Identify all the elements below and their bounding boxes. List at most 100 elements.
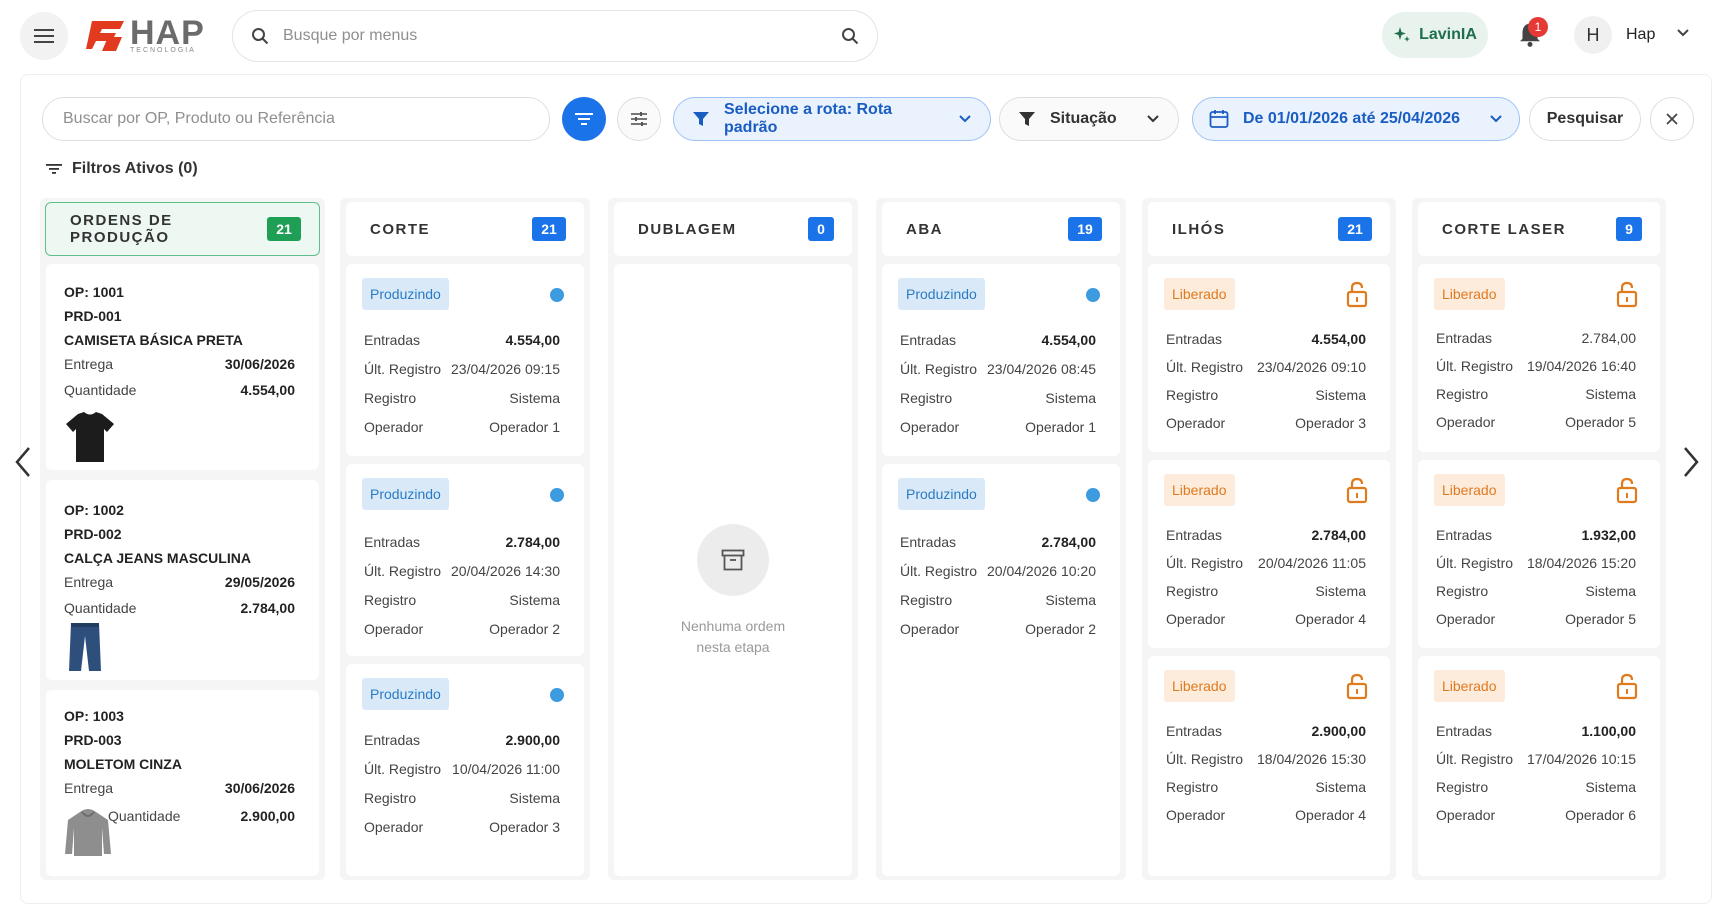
stage-card[interactable]: Produzindo Entradas 4.554,00 Últ. Registr… (882, 264, 1120, 456)
entries-row: Entradas 2.784,00 (1436, 330, 1636, 346)
filter-button[interactable] (562, 97, 606, 141)
stage-card[interactable]: Liberado Entradas 1.932,00 Últ. Registro 1… (1418, 460, 1660, 648)
scroll-left-button[interactable] (8, 440, 38, 484)
route-selector[interactable]: Selecione a rota: Rota padrão (673, 97, 991, 141)
stage-card[interactable]: Produzindo Entradas 4.554,00 Últ. Registr… (346, 264, 584, 456)
hap-logo[interactable]: HAP TECNOLOGIA (86, 16, 205, 54)
status-badge: Liberado (1434, 670, 1505, 702)
active-filters[interactable]: Filtros Ativos (0) (46, 160, 198, 178)
operator-row: Operador Operador 5 (1436, 414, 1636, 430)
empty-state: Nenhuma ordem nesta etapa (614, 524, 852, 658)
last-record-value: 10/04/2026 11:00 (452, 761, 560, 777)
operator-value: Operador 4 (1295, 807, 1366, 823)
record-row: Registro Sistema (364, 790, 560, 806)
last-record-label: Últ. Registro (364, 761, 442, 777)
entries-label: Entradas (364, 332, 421, 348)
entries-row: Entradas 2.900,00 (1166, 723, 1366, 739)
delivery-label: Entrega (64, 574, 114, 590)
record-row: Registro Sistema (1436, 583, 1636, 599)
order-delivery-row: Entrega 30/06/2026 (64, 780, 295, 796)
record-value: Sistema (1045, 592, 1096, 608)
operator-row: Operador Operador 1 (900, 419, 1096, 435)
adjust-filters-button[interactable] (617, 97, 661, 141)
order-quantity-row: Quantidade 2.900,00 (108, 808, 295, 824)
stage-card[interactable]: Liberado Entradas 4.554,00 Últ. Registro 2… (1148, 264, 1390, 452)
stage-card[interactable]: Produzindo Entradas 2.784,00 Últ. Registr… (346, 464, 584, 656)
entries-label: Entradas (1436, 723, 1493, 739)
user-name[interactable]: Hap (1626, 26, 1655, 44)
stage-card[interactable]: Liberado Entradas 2.784,00 Últ. Registro 2… (1148, 460, 1390, 648)
record-label: Registro (1436, 583, 1489, 599)
filter-lines-icon (575, 113, 593, 125)
lavinia-assistant-button[interactable]: LavinIA (1382, 12, 1488, 58)
operator-value: Operador 4 (1295, 611, 1366, 627)
lavinia-label: LavinIA (1419, 26, 1477, 43)
operator-value: Operador 3 (1295, 415, 1366, 431)
record-label: Registro (364, 390, 417, 406)
column-title: CORTE (370, 220, 430, 238)
operator-label: Operador (1436, 414, 1496, 430)
archive-icon (697, 524, 769, 596)
column-header: CORTE 21 (346, 202, 584, 256)
entries-row: Entradas 2.784,00 (364, 534, 560, 550)
last-record-row: Últ. Registro 18/04/2026 15:30 (1166, 751, 1366, 767)
last-record-row: Últ. Registro 23/04/2026 08:45 (900, 361, 1096, 377)
search-submit-icon[interactable] (841, 27, 859, 45)
operator-row: Operador Operador 4 (1166, 611, 1366, 627)
last-record-label: Últ. Registro (1436, 751, 1514, 767)
operator-row: Operador Operador 5 (1436, 611, 1636, 627)
entries-label: Entradas (364, 732, 421, 748)
status-label: Situação (1050, 110, 1117, 127)
chevron-down-icon[interactable] (1676, 28, 1690, 38)
status-selector[interactable]: Situação (999, 97, 1179, 141)
hap-logo-icon (86, 21, 124, 51)
status-badge: Produzindo (362, 478, 449, 510)
status-badge: Produzindo (362, 678, 449, 710)
column-corte: CORTE 21 Produzindo Entradas 4.554,00 Últ… (340, 198, 590, 880)
user-avatar[interactable]: H (1574, 16, 1612, 54)
delivery-date: 30/06/2026 (224, 356, 295, 372)
status-badge: Produzindo (898, 478, 985, 510)
stage-card[interactable]: Produzindo Entradas 2.784,00 Últ. Registr… (882, 464, 1120, 876)
lock-icon (1346, 281, 1368, 308)
operator-value: Operador 6 (1565, 807, 1636, 823)
op-search-input[interactable]: Buscar por OP, Produto ou Referência (42, 97, 550, 141)
quantity-label: Quantidade (108, 808, 181, 824)
operator-label: Operador (364, 419, 424, 435)
menu-search-input[interactable]: Busque por menus (232, 10, 878, 62)
last-record-row: Últ. Registro 23/04/2026 09:10 (1166, 359, 1366, 375)
order-number: OP: 1001 (64, 284, 124, 300)
hamburger-menu-button[interactable] (20, 12, 68, 60)
order-delivery-row: Entrega 30/06/2026 (64, 356, 295, 372)
column-count-badge: 21 (267, 217, 301, 241)
entries-value: 4.554,00 (1311, 331, 1367, 347)
entries-value: 2.784,00 (1581, 330, 1637, 346)
entries-value: 2.900,00 (505, 732, 561, 748)
order-delivery-row: Entrega 29/05/2026 (64, 574, 295, 590)
column-header: ILHÓS 21 (1148, 202, 1390, 256)
stage-card[interactable]: Liberado Entradas 2.900,00 Últ. Registro 1… (1148, 656, 1390, 876)
chevron-left-icon (15, 447, 30, 477)
order-card[interactable]: OP: 1002 PRD-002 CALÇA JEANS MASCULINA E… (46, 480, 319, 680)
clear-filters-button[interactable] (1650, 97, 1694, 141)
record-row: Registro Sistema (364, 592, 560, 608)
record-label: Registro (1166, 387, 1219, 403)
entries-row: Entradas 2.784,00 (900, 534, 1096, 550)
record-label: Registro (364, 592, 417, 608)
stage-card[interactable]: Liberado Entradas 1.100,00 Últ. Registro 1… (1418, 656, 1660, 876)
order-card[interactable]: OP: 1001 PRD-001 CAMISETA BÁSICA PRETA E… (46, 264, 319, 470)
status-badge: Liberado (1164, 474, 1235, 506)
search-button[interactable]: Pesquisar (1529, 97, 1641, 141)
status-dot (1086, 488, 1100, 502)
last-record-value: 18/04/2026 15:30 (1257, 751, 1366, 767)
lock-icon (1346, 477, 1368, 504)
active-filters-label: Filtros Ativos (0) (72, 160, 198, 177)
order-card[interactable]: OP: 1003 PRD-003 MOLETOM CINZA Entrega 30… (46, 690, 319, 876)
order-product: MOLETOM CINZA (64, 756, 182, 772)
stage-card[interactable]: Liberado Entradas 2.784,00 Últ. Registro 1… (1418, 264, 1660, 452)
empty-column-area: Nenhuma ordem nesta etapa (614, 264, 852, 876)
record-value: Sistema (1315, 583, 1366, 599)
scroll-right-button[interactable] (1676, 440, 1706, 484)
stage-card[interactable]: Produzindo Entradas 2.900,00 Últ. Registr… (346, 664, 584, 876)
date-range-selector[interactable]: De 01/01/2026 até 25/04/2026 (1192, 97, 1520, 141)
